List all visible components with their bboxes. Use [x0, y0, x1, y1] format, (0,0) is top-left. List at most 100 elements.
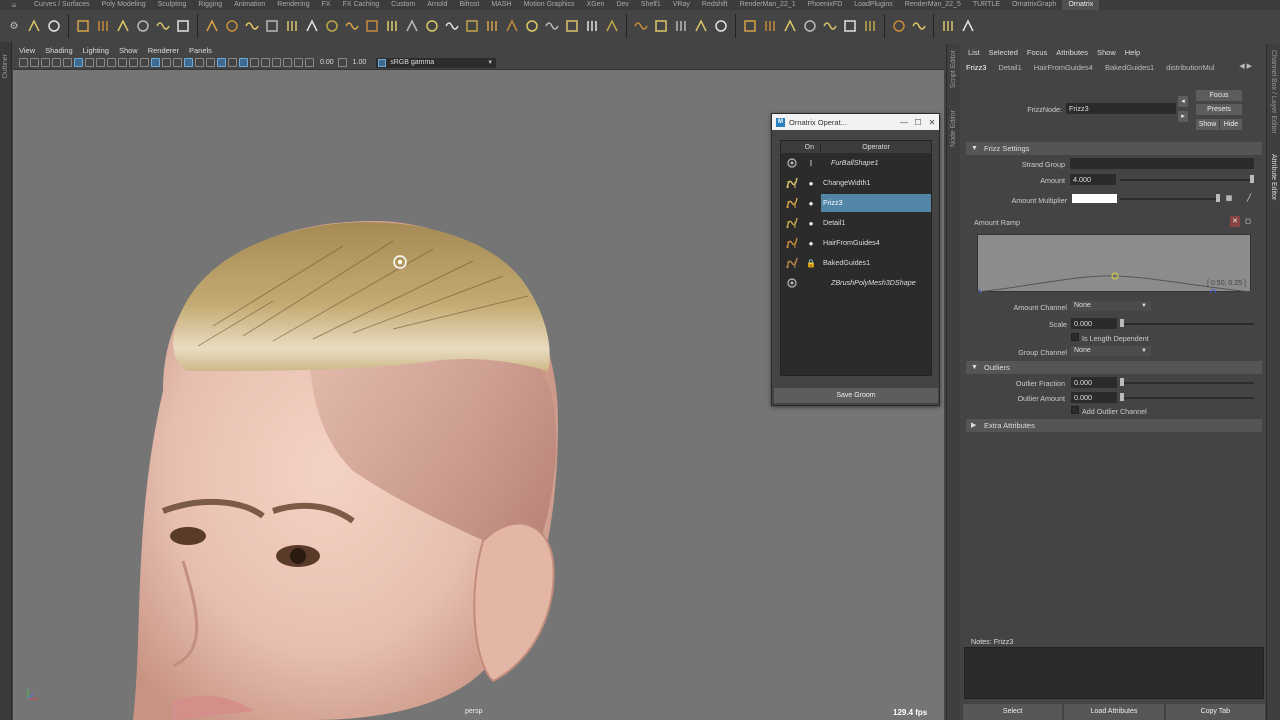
- change-width-icon[interactable]: [443, 15, 461, 37]
- outliers-section[interactable]: ▼ Outliers: [966, 361, 1262, 374]
- operator-name[interactable]: FurBallShape1: [821, 154, 931, 172]
- operator-name[interactable]: Frizz3: [821, 194, 931, 212]
- select-camera-icon[interactable]: [19, 58, 28, 67]
- shadows-icon[interactable]: [206, 58, 215, 67]
- paint-icon[interactable]: [603, 15, 621, 37]
- multiplier-icon[interactable]: [423, 15, 441, 37]
- viewport-menu-shading[interactable]: Shading: [45, 46, 73, 55]
- frizz-node-field[interactable]: Frizz3: [1066, 103, 1176, 114]
- image-plane-icon[interactable]: [52, 58, 61, 67]
- hair-dynamics-icon[interactable]: [632, 15, 650, 37]
- ornatrix-operator-window[interactable]: M Ornatrix Operat... — ☐ ✕ On Operator I…: [771, 113, 940, 406]
- shelf-tab-loadplugins[interactable]: LoadPlugins: [848, 0, 899, 10]
- default-material-icon[interactable]: [162, 58, 171, 67]
- scale-slider-knob[interactable]: [1120, 319, 1124, 327]
- paint-tool-icon[interactable]: [712, 15, 730, 37]
- focus-button[interactable]: Focus: [1196, 90, 1242, 101]
- layer-icon[interactable]: [841, 15, 859, 37]
- frizz-icon[interactable]: [223, 15, 241, 37]
- is-length-dependent-checkbox[interactable]: [1071, 333, 1079, 341]
- ae-tab-bakedguides1[interactable]: BakedGuides1: [1105, 63, 1154, 72]
- amount-multiplier-swatch[interactable]: [1072, 194, 1117, 203]
- ae-menu-show[interactable]: Show: [1097, 48, 1116, 57]
- texture-map-icon[interactable]: ▦: [1224, 193, 1234, 204]
- operator-toggle[interactable]: ●: [801, 199, 821, 208]
- bake-icon[interactable]: [741, 15, 759, 37]
- field-chart-icon[interactable]: [107, 58, 116, 67]
- lights-icon[interactable]: [195, 58, 204, 67]
- shelf-tab-bifrost[interactable]: Bifrost: [454, 0, 486, 10]
- ae-menu-list[interactable]: List: [968, 48, 980, 57]
- shelf-tab-poly-modeling[interactable]: Poly Modeling: [96, 0, 152, 10]
- notes-textarea[interactable]: [964, 647, 1264, 699]
- scale-slider-track[interactable]: [1120, 323, 1254, 325]
- shelf-tab-turtle[interactable]: TURTLE: [967, 0, 1006, 10]
- gravity-icon[interactable]: [263, 15, 281, 37]
- edit-guides-icon[interactable]: [134, 15, 152, 37]
- amount-slider-track[interactable]: [1120, 179, 1254, 181]
- exposure-field[interactable]: 0.00: [320, 59, 334, 66]
- viewport-menu-lighting[interactable]: Lighting: [83, 46, 109, 55]
- comb-icon[interactable]: [692, 15, 710, 37]
- hair-from-guides-icon[interactable]: [94, 15, 112, 37]
- color-space-dropdown[interactable]: sRGB gamma ▼: [376, 57, 497, 68]
- shelf-tab-sculpting[interactable]: Sculpting: [152, 0, 193, 10]
- brush-icon[interactable]: [672, 15, 690, 37]
- operator-name[interactable]: BakedGuides1: [821, 254, 931, 272]
- list-icon[interactable]: [939, 15, 957, 37]
- motion-blur-icon[interactable]: [228, 58, 237, 67]
- outliner-strip[interactable]: Outliner: [0, 42, 12, 720]
- shelf-tab-renderman-22-5[interactable]: RenderMan_22_5: [899, 0, 967, 10]
- grow-guides-icon[interactable]: [154, 15, 172, 37]
- shelf-tab-ornatrixgraph[interactable]: OrnatrixGraph: [1006, 0, 1062, 10]
- show-button[interactable]: Show: [1196, 119, 1219, 130]
- cache-icon[interactable]: [543, 15, 561, 37]
- shelf-tab-vray[interactable]: VRay: [667, 0, 696, 10]
- operator-row[interactable]: ● ChangeWidth1: [781, 173, 931, 193]
- strand-group-icon[interactable]: [174, 15, 192, 37]
- export-icon[interactable]: [761, 15, 779, 37]
- viewport-menu-renderer[interactable]: Renderer: [148, 46, 179, 55]
- shelf-tab-phoenixfd[interactable]: PhoenixFD: [802, 0, 849, 10]
- length-icon[interactable]: [283, 15, 301, 37]
- add-outlier-channel-checkbox[interactable]: [1071, 406, 1079, 414]
- shelf-tab-dev[interactable]: Dev: [610, 0, 634, 10]
- push-away-icon[interactable]: [323, 15, 341, 37]
- anti-aliasing-icon[interactable]: [239, 58, 248, 67]
- ornatrix-logo-icon[interactable]: [25, 15, 43, 37]
- amount-ramp-graph[interactable]: [ 0.50, 0.25 ]: [975, 234, 1253, 295]
- paint-brush-icon[interactable]: ╱: [1244, 193, 1254, 204]
- viewport-menu-show[interactable]: Show: [119, 46, 138, 55]
- amount-field[interactable]: 4.000: [1070, 174, 1116, 185]
- safe-title-icon[interactable]: [129, 58, 138, 67]
- shelf-tab-curves-surfaces[interactable]: Curves / Surfaces: [28, 0, 96, 10]
- strand-propagation-icon[interactable]: [383, 15, 401, 37]
- shelf-tab-animation[interactable]: Animation: [228, 0, 271, 10]
- filter-icon[interactable]: [861, 15, 879, 37]
- node-editor-tab[interactable]: Node Editor: [950, 110, 957, 147]
- operator-name[interactable]: HairFromGuides4: [821, 234, 931, 252]
- gamma-field[interactable]: 1.00: [353, 59, 367, 66]
- operator-row[interactable]: 🔒 BakedGuides1: [781, 253, 931, 273]
- shelf-tab-fx-caching[interactable]: FX Caching: [337, 0, 386, 10]
- shelf-tab-fx[interactable]: FX: [316, 0, 337, 10]
- xray-joints-icon[interactable]: [283, 58, 292, 67]
- braid-icon[interactable]: [303, 15, 321, 37]
- minimize-icon[interactable]: —: [897, 118, 911, 127]
- outlier-fraction-field[interactable]: 0.000: [1071, 377, 1117, 388]
- backface-icon[interactable]: [294, 58, 303, 67]
- shelf-options-icon[interactable]: ⚙: [4, 14, 24, 38]
- operator-toggle[interactable]: ●: [801, 179, 821, 188]
- hide-button[interactable]: Hide: [1220, 119, 1242, 130]
- curl-icon[interactable]: [243, 15, 261, 37]
- amount-slider-knob[interactable]: [1250, 175, 1254, 183]
- shelf-tab-redshift[interactable]: Redshift: [696, 0, 734, 10]
- script-editor-tab[interactable]: Script Editor: [950, 50, 957, 88]
- amount-channel-dropdown[interactable]: None ▼: [1071, 301, 1151, 311]
- shelf-tab-mash[interactable]: MASH: [485, 0, 517, 10]
- clump-icon[interactable]: [203, 15, 221, 37]
- shelf-tab-xgen[interactable]: XGen: [581, 0, 611, 10]
- output-connection-icon[interactable]: ▸: [1178, 111, 1188, 122]
- group-channel-dropdown[interactable]: None ▼: [1071, 346, 1151, 356]
- xray-icon[interactable]: [272, 58, 281, 67]
